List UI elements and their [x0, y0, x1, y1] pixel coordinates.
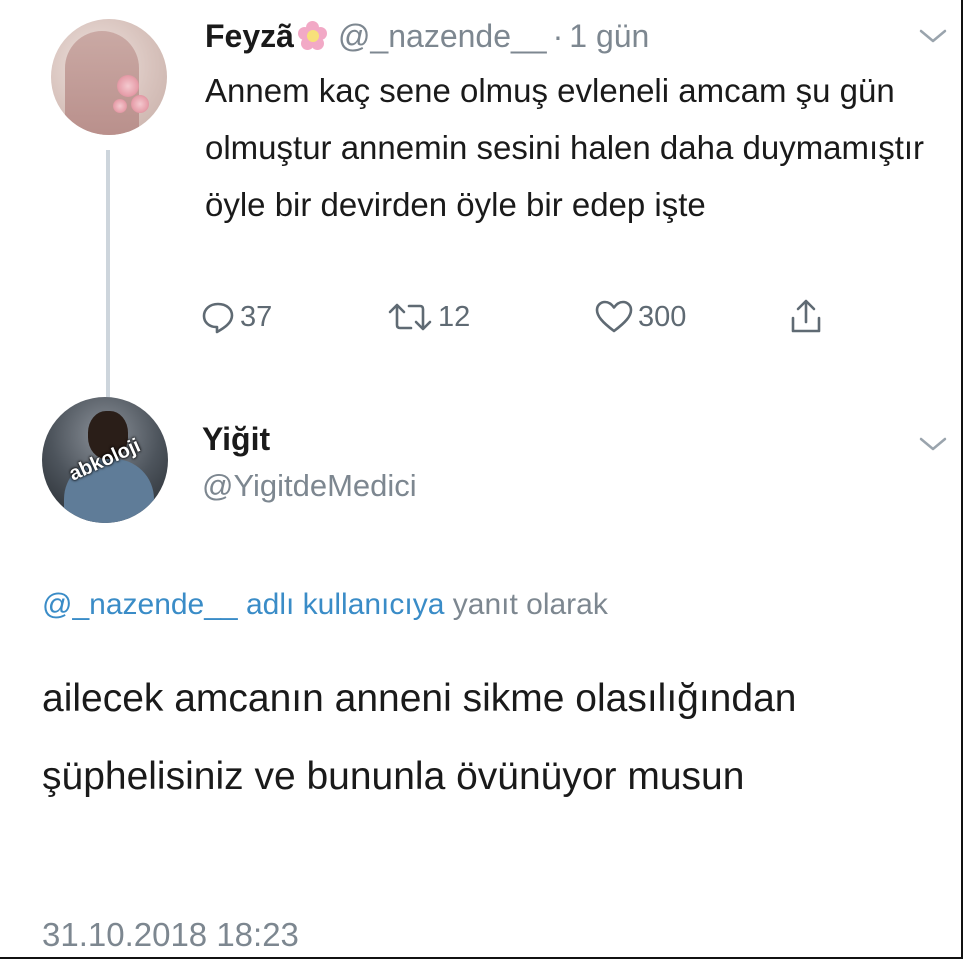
- replying-to-user-link[interactable]: adlı kullanıcıya: [246, 588, 444, 621]
- thread-connector-line: [106, 150, 110, 402]
- retweet-button[interactable]: 12: [386, 292, 470, 342]
- tweet1-separator: ·: [552, 17, 564, 54]
- tweet2-text: ailecek amcanın anneni sikme olasılığınd…: [42, 677, 797, 798]
- replying-to-handle-link[interactable]: @_nazende__: [42, 588, 238, 621]
- reply-button[interactable]: 37: [200, 292, 272, 342]
- tweet1-action-bar: 37 12 300: [200, 292, 860, 342]
- like-button[interactable]: 300: [594, 292, 686, 342]
- tweet1-text: Annem kaç sene olmuş evleneli amcam şu g…: [205, 72, 925, 223]
- yigit-avatar[interactable]: abkoloji: [42, 397, 168, 523]
- heart-icon: [595, 300, 633, 333]
- reply-icon: [202, 302, 234, 334]
- tweet1-author-handle[interactable]: @_nazende__: [338, 18, 547, 55]
- tweet2-menu-chevron-icon[interactable]: [918, 434, 948, 454]
- tweet1-author-name[interactable]: Feyzã: [205, 18, 294, 55]
- tweet1-time[interactable]: 1 gün: [569, 18, 649, 55]
- replying-to-suffix: yanıt olarak: [452, 588, 608, 621]
- retweet-icon: [388, 303, 432, 331]
- avatar-flower-decoration: [117, 75, 139, 97]
- tweet2-timestamp[interactable]: 31.10.2018 18:23: [42, 916, 299, 954]
- like-count: 300: [638, 300, 687, 333]
- avatar-flower-decoration: [131, 95, 149, 113]
- feyza-avatar[interactable]: [51, 19, 167, 135]
- tweet2-author-name[interactable]: Yiğit: [202, 421, 270, 458]
- tweet2-author-handle[interactable]: @YigitdeMedici: [202, 468, 417, 504]
- share-button[interactable]: [788, 292, 828, 342]
- flower-icon: [297, 21, 328, 51]
- share-icon: [791, 299, 821, 333]
- replying-to-line: @_nazende__ adlı kullanıcıya yanıt olara…: [42, 588, 608, 622]
- avatar-flower-decoration: [113, 99, 127, 113]
- tweet1-header: Feyzã @_nazende__ · 1 gün: [205, 14, 649, 58]
- tweet1-menu-chevron-icon[interactable]: [918, 26, 948, 46]
- reply-count: 37: [240, 300, 273, 333]
- retweet-count: 12: [438, 300, 471, 333]
